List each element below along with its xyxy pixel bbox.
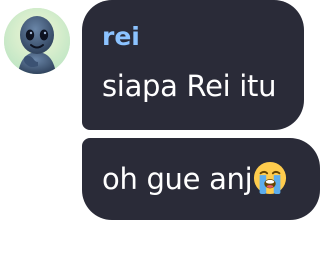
message-bubble[interactable]: oh gue anj bbox=[82, 138, 320, 220]
message-bubble[interactable]: rei siapa Rei itu bbox=[82, 0, 304, 130]
message-text: siapa Rei itu bbox=[102, 69, 277, 103]
loudly-crying-face-emoji-icon bbox=[253, 161, 287, 195]
alien-avatar-icon bbox=[4, 8, 70, 74]
chat-conversation: rei siapa Rei itu oh gue anj bbox=[0, 0, 320, 274]
message-text: oh gue anj bbox=[102, 161, 287, 197]
user-avatar[interactable] bbox=[4, 8, 70, 74]
message-text-content: oh gue anj bbox=[102, 162, 253, 196]
sender-name[interactable]: rei bbox=[102, 22, 140, 52]
